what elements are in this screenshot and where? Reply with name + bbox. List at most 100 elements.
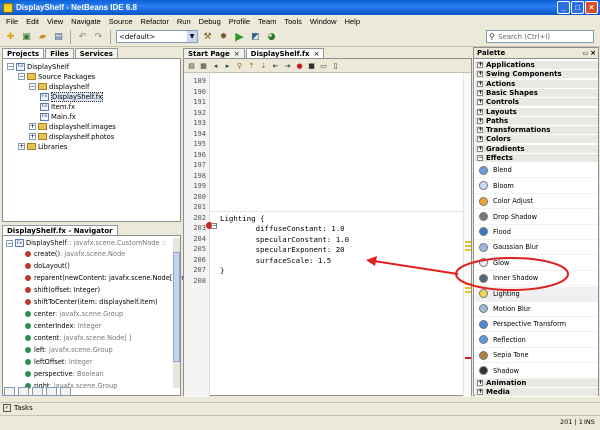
code-line[interactable]: }: [220, 266, 224, 275]
menu-view[interactable]: View: [43, 17, 67, 26]
open-project-icon[interactable]: ▰: [36, 30, 49, 43]
history-icon[interactable]: ▦: [199, 61, 208, 70]
palette-category[interactable]: + Transformations: [475, 126, 598, 136]
menu-tools[interactable]: Tools: [280, 17, 306, 26]
find-next-icon[interactable]: ⇣: [259, 61, 268, 70]
navigator-scrollbar[interactable]: [173, 238, 180, 388]
save-all-icon[interactable]: ▤: [52, 30, 65, 43]
expand-icon[interactable]: −: [18, 73, 25, 80]
stop-macro-icon[interactable]: ■: [307, 61, 316, 70]
palette-category[interactable]: + Gradients: [475, 144, 598, 154]
close-tab-icon[interactable]: ×: [234, 50, 240, 58]
close-tab-icon[interactable]: ×: [314, 50, 320, 58]
tasks-tab[interactable]: ✓ Tasks: [3, 404, 33, 412]
navigator-item[interactable]: leftOffset: Integer: [25, 357, 93, 367]
palette-item-perspective-transform[interactable]: Perspective Transform: [475, 317, 598, 333]
palette-category[interactable]: + Basic Shapes: [475, 88, 598, 98]
code-editor[interactable]: ▤ ▦ ◂ ▸ ⚲ ⇡ ⇣ ⇤ ⇥ ● ■ ▭ ▯ − 189 190 191 192…: [183, 58, 472, 397]
menu-source[interactable]: Source: [105, 17, 137, 26]
code-line[interactable]: specularExponent: 20: [220, 245, 345, 254]
menu-navigate[interactable]: Navigate: [67, 17, 105, 26]
palette-category[interactable]: + Media: [475, 388, 598, 398]
menu-team[interactable]: Team: [254, 17, 280, 26]
code-line[interactable]: diffuseConstant: 1.0: [220, 224, 345, 233]
redo-icon[interactable]: ↷: [92, 30, 105, 43]
profile-icon[interactable]: ◕: [265, 30, 278, 43]
back-icon[interactable]: ◂: [211, 61, 220, 70]
tree-item[interactable]: + Libraries: [18, 142, 67, 151]
menu-refactor[interactable]: Refactor: [137, 17, 173, 26]
shift-left-icon[interactable]: ⇤: [271, 61, 280, 70]
menu-run[interactable]: Run: [173, 17, 195, 26]
code-area[interactable]: 189 190 191 192 193 194 195 196 197 198 199 200 201 2…: [184, 73, 464, 397]
tab-services[interactable]: Services: [74, 48, 118, 58]
palette-item-sepia-tone[interactable]: Sepia Tone: [475, 348, 598, 364]
tree-item[interactable]: − displayshelf: [29, 82, 89, 91]
undo-icon[interactable]: ↶: [76, 30, 89, 43]
tree-item[interactable]: − Fx DisplayShelf: [7, 62, 69, 71]
configuration-select[interactable]: <default> ▼: [116, 30, 198, 43]
maximize-button[interactable]: □: [571, 1, 584, 14]
menu-profile[interactable]: Profile: [225, 17, 254, 26]
expand-icon[interactable]: +: [29, 133, 36, 140]
forward-icon[interactable]: ▸: [223, 61, 232, 70]
code-line[interactable]: specularConstant: 1.0: [220, 235, 349, 244]
expand-icon[interactable]: −: [7, 63, 14, 70]
palette-item-reflection[interactable]: Reflection: [475, 333, 598, 348]
palette-category[interactable]: + Layouts: [475, 107, 598, 117]
new-project-icon[interactable]: ▣: [20, 30, 33, 43]
source-view-icon[interactable]: ▤: [187, 61, 196, 70]
tree-item[interactable]: + displayshelf.photos: [29, 132, 114, 141]
menu-window[interactable]: Window: [306, 17, 341, 26]
uncomment-icon[interactable]: ▯: [331, 61, 340, 70]
menu-help[interactable]: Help: [341, 17, 364, 26]
tab-navigator[interactable]: DisplayShelf.fx - Navigator: [2, 225, 118, 235]
tab-files[interactable]: Files: [45, 48, 74, 58]
run-icon[interactable]: ▶: [233, 30, 246, 43]
navigator-item[interactable]: reparent(newContent: javafx.scene.Node[ …: [25, 273, 185, 283]
palette-category[interactable]: − Effects: [475, 154, 598, 163]
palette-item-color-adjust[interactable]: Color Adjust: [475, 194, 598, 210]
sort-alpha-icon[interactable]: [46, 387, 57, 396]
navigator-item[interactable]: create(): javafx.scene.Node: [25, 249, 125, 259]
close-button[interactable]: ×: [585, 1, 598, 14]
find-icon[interactable]: ⚲: [235, 61, 244, 70]
menu-edit[interactable]: Edit: [22, 17, 43, 26]
tree-item[interactable]: Fx Main.fx: [40, 112, 76, 121]
build-icon[interactable]: ⚒: [201, 30, 214, 43]
palette-category[interactable]: + Swing Components: [475, 70, 598, 80]
tree-item[interactable]: Fx Item.fx: [40, 102, 75, 111]
new-file-icon[interactable]: ✚: [4, 30, 17, 43]
tree-item[interactable]: Fx DisplayShelf.fx: [40, 91, 104, 102]
palette-category[interactable]: + Colors: [475, 135, 598, 145]
tree-item[interactable]: + displayshelf.images: [29, 122, 116, 131]
navigator-item[interactable]: shift(offset: Integer): [25, 285, 100, 295]
collapse-icon[interactable]: −: [6, 239, 13, 247]
comment-icon[interactable]: ▭: [319, 61, 328, 70]
palette-item-motion-blur[interactable]: Motion Blur: [475, 302, 598, 317]
shift-right-icon[interactable]: ⇥: [283, 61, 292, 70]
palette-category[interactable]: + Controls: [475, 98, 598, 108]
expand-icon[interactable]: −: [29, 83, 36, 90]
palette-item-bloom[interactable]: Bloom: [475, 179, 598, 194]
navigator-item[interactable]: perspective: Boolean: [25, 369, 104, 379]
navigator-item[interactable]: content: javafx.scene.Node[ ]: [25, 333, 132, 343]
minimize-button[interactable]: _: [557, 1, 570, 14]
palette-item-shadow[interactable]: Shadow: [475, 364, 598, 379]
navigator-root[interactable]: − Fx DisplayShelf :: javafx.scene.Custom…: [6, 238, 166, 248]
clean-build-icon[interactable]: ✹: [217, 30, 230, 43]
palette-category[interactable]: + Actions: [475, 79, 598, 89]
navigator-item[interactable]: shiftToCenter(item: displayshelf.Item): [25, 297, 158, 307]
navigator-item[interactable]: centerIndex: Integer: [25, 321, 101, 331]
close-panel-icon[interactable]: ×: [590, 49, 596, 57]
tree-item[interactable]: − Source Packages: [18, 72, 95, 81]
code-line[interactable]: Lighting {: [220, 214, 265, 223]
filter-inherited-icon[interactable]: [4, 387, 15, 396]
menu-file[interactable]: File: [2, 17, 22, 26]
menu-debug[interactable]: Debug: [195, 17, 225, 26]
filter-fields-icon[interactable]: [18, 387, 29, 396]
error-stripe[interactable]: [463, 73, 471, 397]
search-input[interactable]: ⚲ Search (Ctrl+I): [486, 30, 594, 43]
expand-icon[interactable]: +: [18, 143, 25, 150]
palette-category[interactable]: + Animation: [475, 378, 598, 388]
